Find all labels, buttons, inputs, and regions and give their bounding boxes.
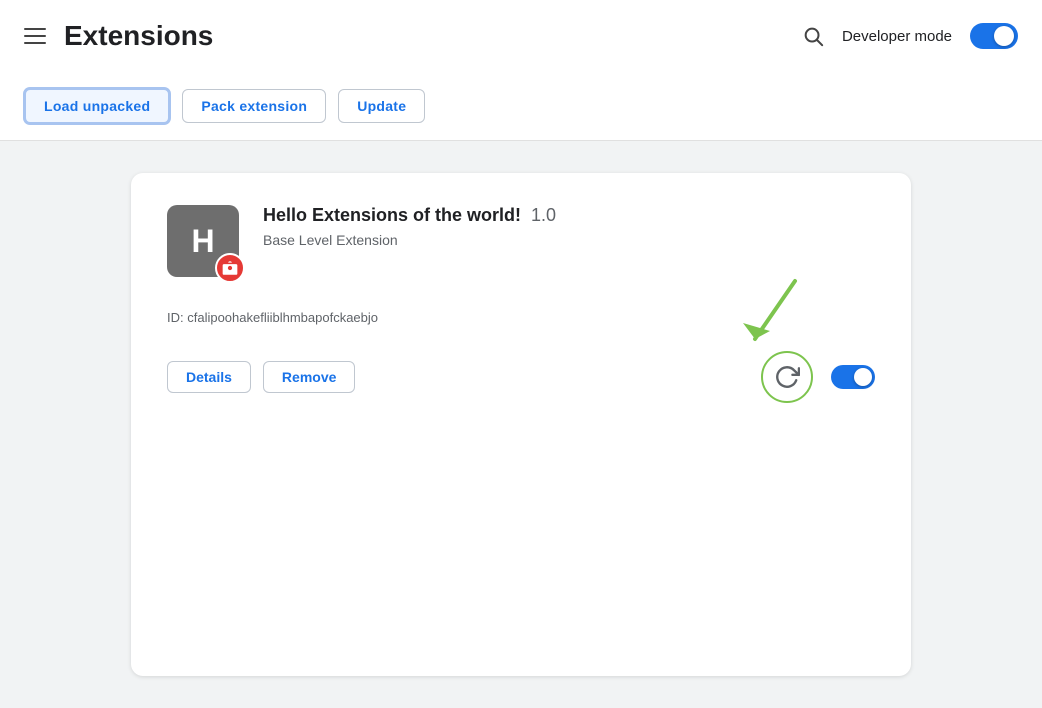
page-title: Extensions xyxy=(64,20,802,52)
update-button[interactable]: Update xyxy=(338,89,425,123)
extension-name-row: Hello Extensions of the world! 1.0 xyxy=(263,205,875,226)
card-right xyxy=(761,351,875,403)
load-unpacked-button[interactable]: Load unpacked xyxy=(24,88,170,124)
extensions-page: Extensions Developer mode Load unpacked … xyxy=(0,0,1042,708)
main-content: H Hello Extensions of the world! 1.0 Ba xyxy=(0,141,1042,708)
extension-id-row: ID: cfalipoohakefliiblhmbapofckaebjo xyxy=(167,309,875,327)
extension-enabled-toggle[interactable] xyxy=(831,365,875,389)
pack-extension-button[interactable]: Pack extension xyxy=(182,89,326,123)
header: Extensions Developer mode xyxy=(0,0,1042,72)
reload-button[interactable] xyxy=(761,351,813,403)
details-button[interactable]: Details xyxy=(167,361,251,393)
card-actions: Details Remove xyxy=(167,361,355,393)
card-bottom: Details Remove xyxy=(167,351,875,403)
extension-icon-badge xyxy=(215,253,245,283)
reload-button-wrap xyxy=(761,351,813,403)
developer-mode-label: Developer mode xyxy=(842,28,952,45)
extension-icon-letter: H xyxy=(191,223,214,260)
developer-mode-toggle[interactable] xyxy=(970,23,1018,49)
extension-card: H Hello Extensions of the world! 1.0 Ba xyxy=(131,173,911,676)
search-icon[interactable] xyxy=(802,25,824,47)
hamburger-icon[interactable] xyxy=(24,28,46,44)
remove-button[interactable]: Remove xyxy=(263,361,355,393)
extension-description: Base Level Extension xyxy=(263,232,875,248)
extension-info: Hello Extensions of the world! 1.0 Base … xyxy=(263,205,875,248)
header-right: Developer mode xyxy=(802,23,1018,49)
toolbar: Load unpacked Pack extension Update xyxy=(0,72,1042,141)
extension-icon-wrap: H xyxy=(167,205,239,277)
extension-version: 1.0 xyxy=(531,205,556,226)
extension-name: Hello Extensions of the world! xyxy=(263,205,521,226)
card-top: H Hello Extensions of the world! 1.0 Ba xyxy=(167,205,875,277)
extension-id: ID: cfalipoohakefliiblhmbapofckaebjo xyxy=(167,310,378,325)
